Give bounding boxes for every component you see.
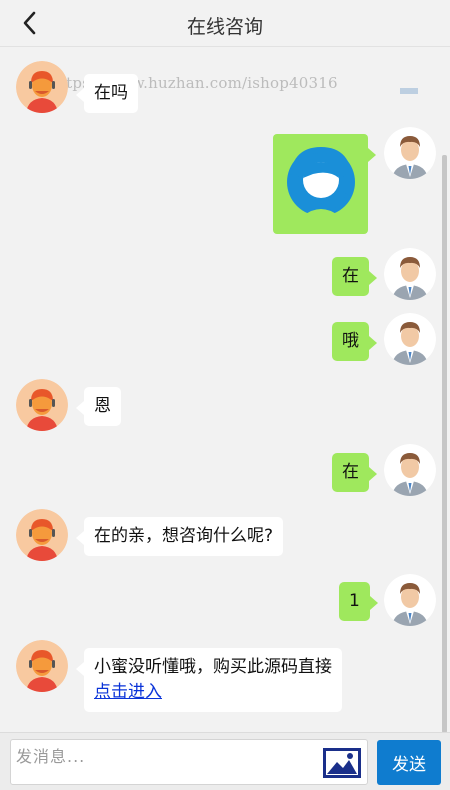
chat-bubble-user: 在: [332, 453, 377, 492]
agent-avatar: [16, 640, 68, 692]
chat-bubble-image[interactable]: [273, 134, 376, 234]
scroll-indicator-icon: [400, 88, 418, 94]
customer-service-headset-icon: [287, 146, 355, 216]
user-avatar: [384, 127, 436, 179]
image-upload-icon[interactable]: [323, 748, 361, 778]
chat-message-list[interactable]: [0, 48, 450, 732]
agent-avatar: [16, 509, 68, 561]
chat-bubble-agent: 在吗: [76, 74, 138, 113]
chat-bubble-user: 哦: [332, 322, 377, 361]
message-text: 小蜜没听懂哦，购买此源码直接: [94, 657, 332, 677]
user-avatar: [384, 248, 436, 300]
user-avatar: [384, 444, 436, 496]
agent-avatar: [16, 379, 68, 431]
chat-bubble-agent: 恩: [76, 387, 121, 426]
header-bar: 在线咨询: [0, 0, 450, 47]
agent-avatar: [16, 61, 68, 113]
chat-bubble-agent: 在的亲，想咨询什么呢?: [75, 517, 284, 556]
page-title: 在线咨询: [186, 16, 263, 38]
chat-scrollbar[interactable]: [442, 155, 447, 733]
enter-link[interactable]: 点击进入: [94, 682, 162, 702]
chat-bubble-user: 在: [332, 257, 377, 296]
message-input-box[interactable]: [10, 739, 368, 785]
chat-bubble-agent: 小蜜没听懂哦，购买此源码直接 点击进入: [76, 648, 342, 712]
message-input[interactable]: [16, 744, 316, 768]
send-button[interactable]: 发送: [377, 740, 441, 785]
user-avatar: [384, 574, 436, 626]
chat-bubble-user: 1: [339, 582, 378, 621]
message-composer: 发送: [0, 732, 450, 790]
user-avatar: [384, 313, 436, 365]
